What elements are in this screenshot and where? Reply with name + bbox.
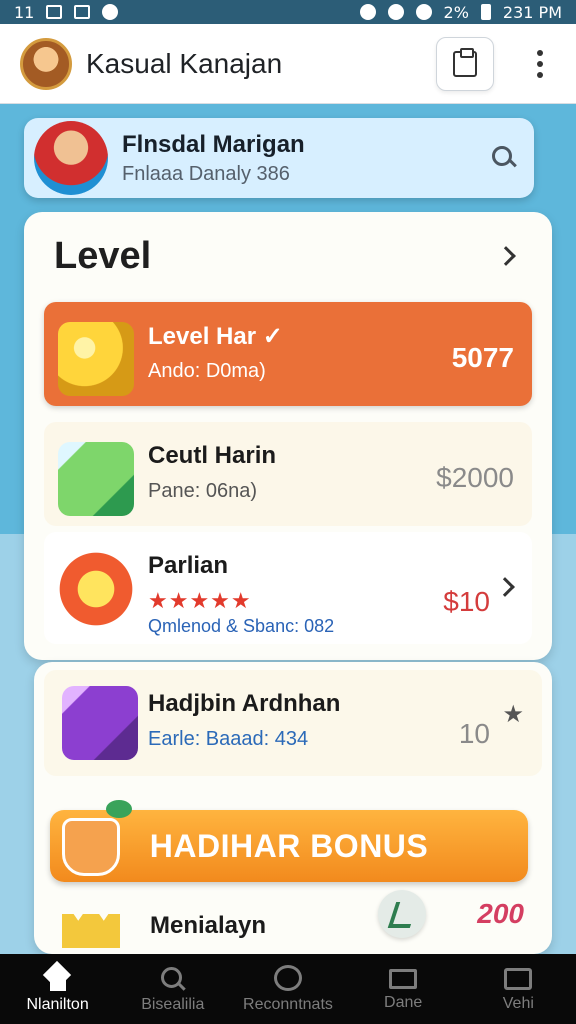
ticket-icon — [62, 914, 120, 948]
row-value: $2000 — [436, 462, 514, 493]
search-icon[interactable] — [492, 146, 516, 170]
purple-box-icon — [62, 686, 138, 760]
bonus-panel: Hadjbin Ardnhan Earle: Baaad: 434 10 ★ H… — [34, 662, 552, 954]
leaf-icon — [106, 800, 132, 818]
more-vertical-icon[interactable] — [524, 37, 556, 91]
level-row[interactable]: Parlian ★★★★★ Qmlenod & Sbanc: 082 $10 — [44, 532, 532, 644]
status-time-right: 231 PM — [502, 2, 562, 22]
compass-icon — [273, 964, 302, 991]
app-bar: Kasual Kanajan — [0, 24, 576, 104]
nav-home[interactable]: Nlanilton — [3, 965, 113, 1014]
profile-avatar — [34, 121, 108, 195]
panel-title: Level — [54, 235, 152, 277]
gift-box-icon — [58, 442, 134, 516]
row-subtitle: Pane: 06na) — [148, 480, 257, 502]
image-icon — [74, 5, 91, 19]
row-value: $10 — [443, 586, 490, 617]
row-title: Ceutl Harin — [148, 442, 277, 469]
profile-text: Flnsdal Marigan Fnlaaa Danaly 386 — [122, 131, 305, 186]
status-time-left: 11 — [14, 2, 35, 22]
alert-icon — [102, 4, 119, 20]
nav-vehi[interactable]: Vehi — [463, 965, 573, 1013]
battery-icon — [480, 4, 491, 20]
badge-logo: 200 — [477, 898, 524, 929]
nav-recommendations[interactable]: Reconntnats — [233, 964, 343, 1014]
nav-home-label: Nlanilton — [26, 995, 89, 1013]
featured-level-row[interactable]: Level Har ✓ Ando: D0ma) 5077 — [44, 302, 532, 406]
alarm-icon — [387, 4, 404, 20]
bag-icon — [504, 968, 533, 990]
profile-card[interactable]: Flnsdal Marigan Fnlaaa Danaly 386 — [24, 118, 534, 198]
nav-dane[interactable]: Dane — [348, 966, 458, 1012]
row-title: Level Har ✓ — [148, 323, 283, 350]
reward-row[interactable]: Hadjbin Ardnhan Earle: Baaad: 434 10 ★ — [44, 670, 542, 776]
chevron-right-icon[interactable] — [495, 577, 515, 597]
bottom-navigation: Nlanilton Bisealilia Reconntnats Dane Ve… — [0, 954, 576, 1024]
rating-stars: ★★★★★ — [148, 588, 252, 613]
row-subtitle: Ando: D0ma) — [148, 360, 266, 382]
row-subtitle: Qmlenod & Sbanc: 082 — [148, 616, 335, 636]
gold-chest-icon — [58, 322, 134, 396]
level-panel: Level Level Har ✓ Ando: D0ma) 5077 Ceutl… — [24, 212, 552, 660]
status-bar: 11 2% 231 PM — [0, 0, 576, 24]
nav-search[interactable]: Bisealilia — [118, 965, 228, 1014]
battery-percent: 2% — [443, 2, 469, 22]
search-icon — [159, 965, 187, 991]
drink-cup-icon — [62, 818, 120, 876]
level-row[interactable]: Ceutl Harin Pane: 06na) $2000 — [44, 422, 532, 526]
discount-badge-icon — [58, 552, 134, 626]
chevron-right-icon[interactable] — [496, 246, 516, 266]
bonus-button[interactable]: HADIHAR BONUS — [50, 800, 528, 882]
row-subtitle: Earle: Baaad: 434 — [148, 728, 309, 750]
status-right: 2% 231 PM — [359, 2, 562, 22]
bluetooth-icon — [359, 4, 376, 20]
nav-dane-label: Dane — [384, 994, 423, 1011]
page-title: Kasual Kanajan — [86, 47, 283, 79]
row-title: Hadjbin Ardnhan — [148, 690, 341, 717]
nav-recommendations-label: Reconntnats — [243, 995, 333, 1013]
star-icon[interactable]: ★ — [502, 700, 524, 729]
wifi-icon — [415, 4, 432, 20]
check-button[interactable] — [378, 890, 426, 938]
bonus-label: HADIHAR BONUS — [149, 827, 429, 864]
row-title: Parlian — [148, 552, 229, 579]
home-icon — [44, 965, 72, 991]
row-value: 5077 — [451, 342, 514, 373]
profile-name: Flnsdal Marigan — [122, 130, 305, 158]
status-left: 11 — [14, 2, 119, 22]
mail-icon — [389, 969, 418, 989]
nav-search-label: Bisealilia — [141, 995, 205, 1013]
clipboard-button[interactable] — [436, 36, 494, 91]
clipboard-icon — [453, 47, 477, 77]
app-avatar[interactable] — [20, 37, 72, 90]
row-value: 10 — [458, 718, 490, 749]
profile-subtitle: Fnlaaa Danaly 386 — [122, 162, 290, 185]
nav-vehi-label: Vehi — [502, 995, 534, 1012]
bottom-row-title: Menialayn — [150, 912, 267, 939]
notification-icon — [46, 5, 63, 19]
